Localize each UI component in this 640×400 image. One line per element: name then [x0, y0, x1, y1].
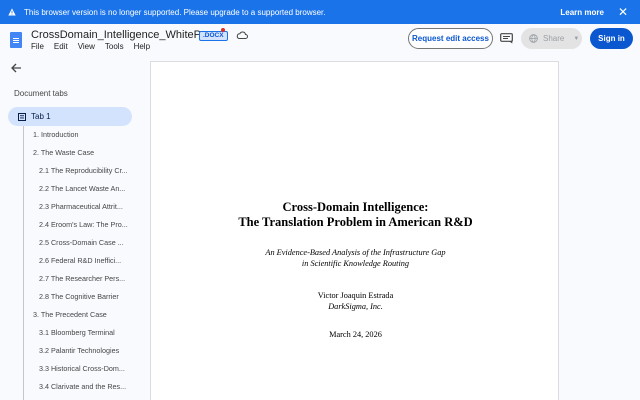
warning-icon — [8, 8, 16, 16]
outline-item[interactable]: 2.6 Federal R&D Ineffici... — [39, 255, 128, 267]
tab-icon — [18, 112, 26, 121]
menu-tools[interactable]: Tools — [105, 42, 124, 51]
doc-subtitle-line-1: An Evidence-Based Analysis of the Infras… — [265, 248, 446, 257]
outline-item[interactable]: 2.1 The Reproducibility Cr... — [39, 165, 128, 177]
doc-author: Victor Joaquin Estrada — [317, 291, 394, 300]
menu-edit[interactable]: Edit — [54, 42, 68, 51]
share-label: Share — [543, 34, 565, 43]
outline-item[interactable]: 3.1 Bloomberg Terminal — [39, 327, 128, 339]
sign-in-button[interactable]: Sign in — [590, 28, 633, 49]
outline-item[interactable]: 3.4 Clarivate and the Res... — [39, 381, 128, 393]
file-type-badge: .DOCX — [199, 31, 228, 41]
document-title[interactable]: CrossDomain_Intelligence_WhitePaper — [31, 29, 223, 41]
doc-title-line-1: Cross-Domain Intelligence: — [282, 200, 429, 214]
close-icon[interactable]: ✕ — [618, 6, 628, 18]
document-tabs-heading: Document tabs — [14, 89, 68, 98]
outline-guide-line — [23, 126, 24, 400]
menu-view[interactable]: View — [78, 42, 95, 51]
outline-item[interactable]: 3.2 Palantir Technologies — [39, 345, 128, 357]
outline-item[interactable]: 2.4 Eroom's Law: The Pro... — [39, 219, 128, 231]
outline-item[interactable]: 3.3 Historical Cross-Dom... — [39, 363, 128, 375]
tab-1[interactable]: Tab 1 — [8, 107, 132, 126]
outline-item[interactable]: 2. The Waste Case — [33, 147, 128, 159]
badge-dot — [221, 28, 225, 32]
menu-help[interactable]: Help — [134, 42, 150, 51]
comment-icon[interactable] — [500, 33, 513, 44]
globe-icon — [529, 34, 538, 43]
outline-item[interactable]: 2.7 The Researcher Pers... — [39, 273, 128, 285]
outline-item[interactable]: 2.5 Cross-Domain Case ... — [39, 237, 128, 249]
outline-item[interactable]: 2.3 Pharmaceutical Attrit... — [39, 201, 128, 213]
doc-organization: DarkSigma, Inc. — [328, 302, 383, 311]
learn-more-link[interactable]: Learn more — [560, 8, 604, 17]
menu-file[interactable]: File — [31, 42, 44, 51]
outline-item[interactable]: 2.8 The Cognitive Barrier — [39, 291, 128, 303]
outline-item[interactable]: 1. Introduction — [33, 129, 128, 141]
unsupported-browser-banner: This browser version is no longer suppor… — [0, 0, 640, 24]
outline-item[interactable]: 2.2 The Lancet Waste An... — [39, 183, 128, 195]
tab-1-label: Tab 1 — [31, 112, 51, 121]
doc-subtitle-line-2: in Scientific Knowledge Routing — [301, 259, 410, 268]
share-button[interactable]: Share ▼ — [521, 28, 582, 49]
outline-item[interactable]: 3. The Precedent Case — [33, 309, 128, 321]
menu-bar: File Edit View Tools Help — [31, 42, 150, 51]
doc-date: March 24, 2026 — [329, 330, 382, 339]
doc-title-line-2: The Translation Problem in American R&D — [238, 215, 473, 229]
request-edit-access-button[interactable]: Request edit access — [408, 28, 493, 49]
document-page[interactable]: Cross-Domain Intelligence: The Translati… — [150, 61, 559, 400]
banner-message: This browser version is no longer suppor… — [24, 7, 326, 17]
docs-icon[interactable] — [10, 32, 22, 48]
back-arrow-icon[interactable] — [10, 62, 22, 74]
chevron-down-icon: ▼ — [573, 35, 580, 42]
cloud-status-icon[interactable] — [236, 30, 248, 40]
doc-header: CrossDomain_Intelligence_WhitePaper .DOC… — [0, 24, 640, 54]
